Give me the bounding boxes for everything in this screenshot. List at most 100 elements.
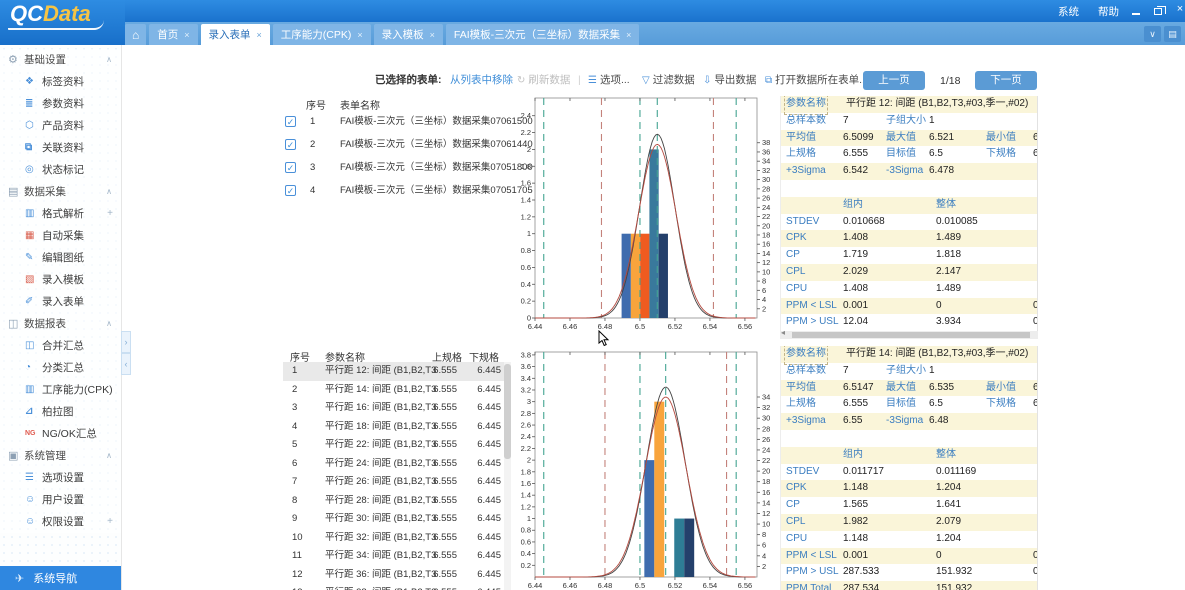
- group-overall-header: 整体: [936, 197, 956, 214]
- sidebar-section-数据采集[interactable]: ▤数据采集∧: [0, 181, 121, 203]
- chevron-up-icon[interactable]: ∧: [106, 313, 112, 335]
- metric-overall-value: 2.147: [936, 264, 961, 281]
- sidebar-item-柏拉图[interactable]: ⊿柏拉图: [0, 401, 121, 423]
- stats-row: CP1.5651.641: [781, 497, 1038, 514]
- export-data-button[interactable]: ⇩导出数据: [703, 73, 756, 88]
- sidebar-item-自动采集[interactable]: ▦自动采集: [0, 225, 121, 247]
- stats-hscrollbar-thumb[interactable]: [792, 332, 1030, 338]
- params-scrollbar[interactable]: [504, 362, 511, 590]
- remove-from-list-button[interactable]: 从列表中移除: [450, 73, 513, 88]
- form-row[interactable]: ✓4FAI模板-三次元（三坐标）数据采集07051705: [283, 179, 523, 202]
- svg-text:1.2: 1.2: [521, 212, 531, 221]
- form-row[interactable]: ✓3FAI模板-三次元（三坐标）数据采集07051800: [283, 156, 523, 179]
- sidebar-item-状态标记[interactable]: ◎状态标记: [0, 159, 121, 181]
- plus-icon[interactable]: +: [107, 203, 113, 225]
- form-row[interactable]: ✓1FAI模板-三次元（三坐标）数据采集07061500: [283, 110, 523, 133]
- stats-hscrollbar[interactable]: ◂: [780, 331, 1038, 339]
- sidebar-footer-nav[interactable]: ✈ 系统导航: [0, 566, 121, 590]
- param-row[interactable]: 1平行距 12: 间距 (B1,B2,T3...6.5556.445: [283, 362, 504, 381]
- options-button[interactable]: ☰选项...: [588, 73, 630, 88]
- param-row[interactable]: 6平行距 24: 间距 (B1,B2,T3...6.5556.445: [283, 455, 504, 474]
- svg-text:2.6: 2.6: [521, 421, 531, 430]
- param-row[interactable]: 5平行距 22: 间距 (B1,B2,T3...6.5556.445: [283, 436, 504, 455]
- collapse-panel-button[interactable]: ›: [121, 331, 131, 353]
- next-page-button[interactable]: 下一页: [975, 71, 1037, 90]
- metric-within-value: 1.408: [843, 230, 868, 247]
- sidebar-item-编辑图纸[interactable]: ✎编辑图纸: [0, 247, 121, 269]
- chevron-up-icon[interactable]: ∧: [106, 445, 112, 467]
- sidebar-item-选项设置[interactable]: ☰选项设置: [0, 467, 121, 489]
- param-row[interactable]: 9平行距 30: 间距 (B1,B2,T3...6.5556.445: [283, 510, 504, 529]
- param-row[interactable]: 4平行距 18: 间距 (B1,B2,T3...6.5556.445: [283, 418, 504, 437]
- toolbar-divider: |: [578, 73, 581, 88]
- plus-icon[interactable]: +: [107, 511, 113, 533]
- tab-scroll-button[interactable]: ∨: [1144, 26, 1161, 42]
- chevron-up-icon[interactable]: ∧: [106, 181, 112, 203]
- sidebar-section-基础设置[interactable]: ⚙基础设置∧: [0, 49, 121, 71]
- param-row-index: 7: [292, 473, 297, 492]
- tab-close-icon[interactable]: ×: [430, 30, 435, 40]
- checkbox-checked-icon[interactable]: ✓: [285, 139, 296, 150]
- tab-fai-template[interactable]: FAI模板-三次元（三坐标）数据采集×: [446, 24, 640, 45]
- sidebar-item-标签资料[interactable]: ❖标签资料: [0, 71, 121, 93]
- menu-help[interactable]: 帮助: [1098, 4, 1119, 19]
- form-row[interactable]: ✓2FAI模板-三次元（三坐标）数据采集07061440: [283, 133, 523, 156]
- permission-settings-icon: ☺: [25, 511, 35, 533]
- tab-close-icon[interactable]: ×: [257, 30, 262, 40]
- close-button[interactable]: ×: [1172, 3, 1185, 15]
- sidebar-item-产品资料[interactable]: ⬡产品资料: [0, 115, 121, 137]
- tab-entry-template[interactable]: 录入模板×: [374, 24, 443, 45]
- product-box-icon: ⬡: [25, 115, 34, 137]
- metric-overall-value: 1.641: [936, 497, 961, 514]
- sidebar-item-录入表单[interactable]: ✐录入表单: [0, 291, 121, 313]
- param-row[interactable]: 11平行距 34: 间距 (B1,B2,T3...6.5556.445: [283, 547, 504, 566]
- sidebar-item-分类汇总[interactable]: ◔分类汇总: [0, 357, 121, 379]
- tab-entry-form[interactable]: 录入表单×: [201, 24, 270, 45]
- tab-cpk[interactable]: 工序能力(CPK)×: [273, 24, 371, 45]
- metric-overall-value: 1.204: [936, 531, 961, 548]
- scroll-left-arrow-icon[interactable]: ◂: [781, 328, 785, 337]
- menu-system[interactable]: 系统: [1058, 4, 1079, 19]
- param-row-lsl: 6.445: [463, 510, 501, 529]
- sidebar-item-用户设置[interactable]: ☺用户设置: [0, 489, 121, 511]
- tab-list-button[interactable]: ▤: [1164, 26, 1181, 42]
- param-row[interactable]: 12平行距 36: 间距 (B1,B2,T3...6.5556.445: [283, 566, 504, 585]
- sidebar-item-工序能力(CPK)[interactable]: ▥工序能力(CPK): [0, 379, 121, 401]
- sidebar-item-格式解析[interactable]: ▥格式解析+: [0, 203, 121, 225]
- param-row[interactable]: 10平行距 32: 间距 (B1,B2,T3...6.5556.445: [283, 529, 504, 548]
- param-row[interactable]: 3平行距 16: 间距 (B1,B2,T3...6.5556.445: [283, 399, 504, 418]
- params-scrollbar-thumb[interactable]: [504, 364, 511, 459]
- stat-value: 6.535: [929, 380, 954, 397]
- sidebar-item-合并汇总[interactable]: ◫合并汇总: [0, 335, 121, 357]
- filter-data-button[interactable]: ▽过滤数据: [642, 73, 695, 88]
- expand-panel-button[interactable]: ‹: [121, 353, 131, 375]
- sidebar-section-数据报表[interactable]: ◫数据报表∧: [0, 313, 121, 335]
- checkbox-checked-icon[interactable]: ✓: [285, 162, 296, 173]
- metric-within-value: 1.982: [843, 514, 868, 531]
- metric-within-value: 1.148: [843, 480, 868, 497]
- tab-close-icon[interactable]: ×: [357, 30, 362, 40]
- checkbox-checked-icon[interactable]: ✓: [285, 185, 296, 196]
- param-row[interactable]: 13平行距 38: 间距 (B1,B2,T3...6.5556.445: [283, 584, 504, 590]
- tab-close-icon[interactable]: ×: [626, 30, 631, 40]
- param-row[interactable]: 2平行距 14: 间距 (B1,B2,T3...6.5556.445: [283, 381, 504, 400]
- pareto-icon: ⊿: [25, 401, 33, 423]
- stats-row: CPL2.0292.147: [781, 264, 1038, 281]
- checkbox-checked-icon[interactable]: ✓: [285, 116, 296, 127]
- tab-home[interactable]: ⌂: [125, 24, 146, 45]
- svg-text:0.4: 0.4: [521, 280, 531, 289]
- param-row[interactable]: 7平行距 26: 间距 (B1,B2,T3...6.5556.445: [283, 473, 504, 492]
- prev-page-button[interactable]: 上一页: [863, 71, 925, 90]
- sidebar-item-权限设置[interactable]: ☺权限设置+: [0, 511, 121, 533]
- param-row[interactable]: 8平行距 28: 间距 (B1,B2,T3...6.5556.445: [283, 492, 504, 511]
- tab-close-icon[interactable]: ×: [184, 30, 189, 40]
- chevron-up-icon[interactable]: ∧: [106, 49, 112, 71]
- sidebar-item-关联资料[interactable]: ⧉关联资料: [0, 137, 121, 159]
- svg-text:6.54: 6.54: [703, 322, 718, 331]
- sidebar-item-NG/OK汇总[interactable]: NGNG/OK汇总: [0, 423, 121, 445]
- sidebar-item-录入模板[interactable]: ▧录入模板: [0, 269, 121, 291]
- tab-homepage[interactable]: 首页×: [149, 24, 197, 45]
- sidebar-item-参数资料[interactable]: ≣参数资料: [0, 93, 121, 115]
- open-source-form-button[interactable]: ⧉打开数据所在表单...: [765, 73, 868, 88]
- sidebar-section-系统管理[interactable]: ▣系统管理∧: [0, 445, 121, 467]
